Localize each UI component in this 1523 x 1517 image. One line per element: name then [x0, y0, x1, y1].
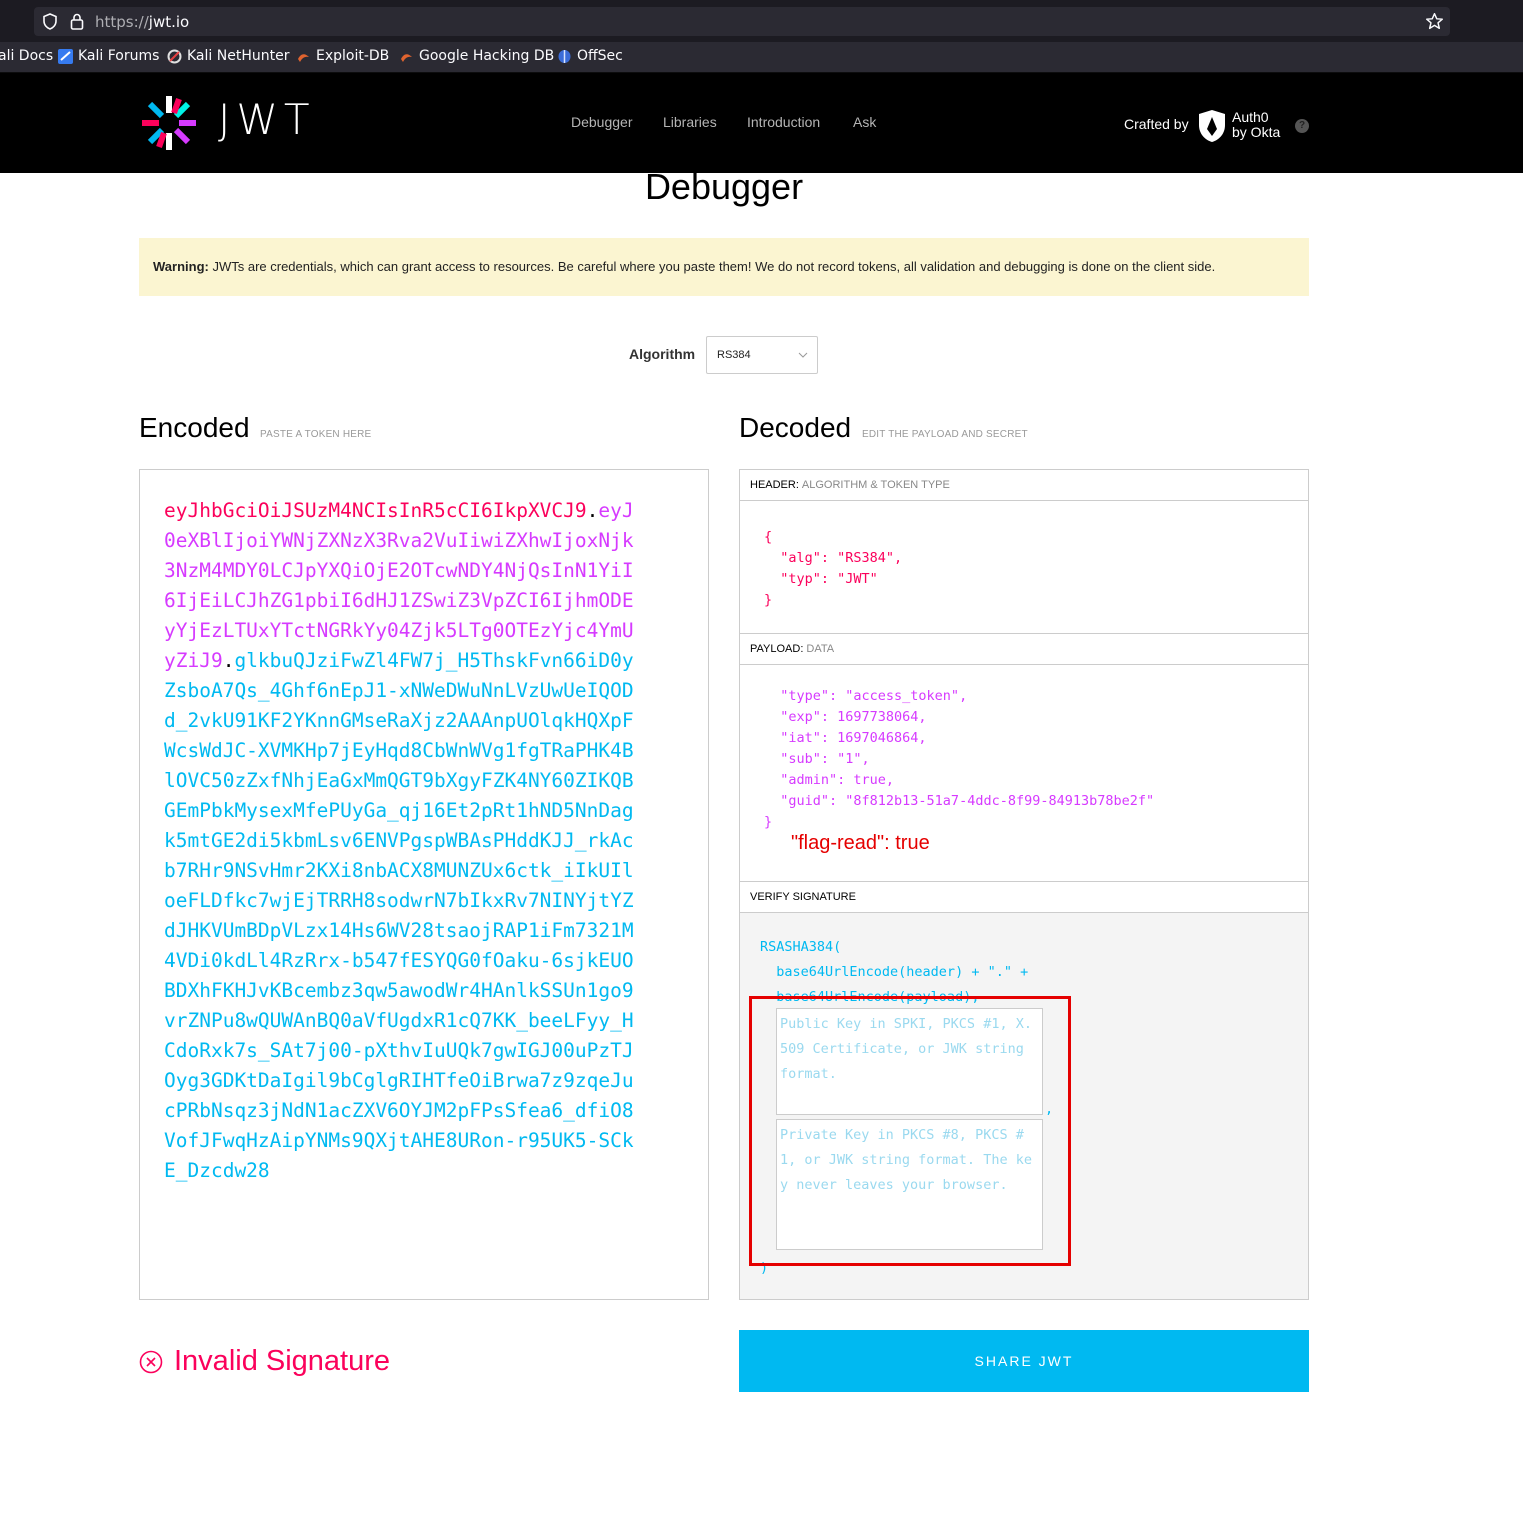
verify-signature-label: VERIFY SIGNATURE [740, 882, 1308, 913]
auth0-line2: by Okta [1232, 124, 1281, 140]
shield-icon[interactable] [42, 13, 58, 30]
encoded-token-text[interactable]: eyJhbGciOiJSUzM4NCIsInR5cCI6IkpXVCJ9.eyJ… [164, 496, 644, 1186]
nav-ask[interactable]: Ask [853, 114, 876, 130]
encoded-subtitle: PASTE A TOKEN HERE [260, 429, 372, 440]
browser-toolbar: https://jwt.io [0, 0, 1523, 42]
chevron-down-icon [798, 352, 808, 358]
bookmark-kali-nethunter[interactable]: Kali NetHunter [167, 48, 289, 64]
page-title: Debugger [644, 166, 804, 207]
warning-label: Warning: [153, 259, 209, 274]
bookmark-kali-forums[interactable]: Kali Forums [58, 48, 159, 64]
payload-close-brace: } [764, 814, 773, 830]
algorithm-value: RS384 [717, 349, 751, 361]
token-signature-part: glkbuQJziFwZl4FW7j_H5ThskFvn66iD0yZsboA7… [164, 649, 634, 1182]
decoded-title: Decoded [739, 412, 852, 443]
crafted-by-label: Crafted by [1124, 116, 1189, 132]
bookmark-offsec[interactable]: OffSec [557, 48, 623, 64]
auth0-brand[interactable]: Auth0 by Okta [1232, 110, 1280, 140]
bookmark-ghdb[interactable]: Google Hacking DB [399, 48, 554, 64]
offsec-icon [558, 49, 571, 63]
encoded-title: Encoded [139, 412, 250, 443]
payload-json-editor[interactable]: "type": "access_token", "exp": 169773806… [764, 686, 1154, 812]
algorithm-select[interactable]: RS384 [706, 336, 818, 374]
bookmark-exploit-db[interactable]: Exploit-DB [296, 48, 389, 64]
flag-read-annotation: "flag-read": true [791, 832, 930, 854]
site-header: JWT Debugger Libraries Introduction Ask … [0, 73, 1523, 173]
kali-forums-icon [58, 48, 73, 64]
warning-banner: Warning: JWTs are credentials, which can… [139, 238, 1309, 296]
jwt-logo-icon[interactable] [139, 93, 199, 153]
key-fields-highlight [749, 996, 1071, 1266]
bookmarks-bar: ali Docs Kali Forums Kali NetHunter Expl… [0, 42, 1523, 73]
payload-section-label: PAYLOAD: DATA [740, 634, 1308, 665]
url-text[interactable]: https://jwt.io [95, 13, 189, 31]
auth0-line1: Auth0 [1232, 109, 1269, 125]
nav-debugger[interactable]: Debugger [571, 114, 633, 130]
error-circle-icon [139, 1350, 163, 1373]
auth0-shield-icon[interactable] [1198, 109, 1226, 143]
nav-introduction[interactable]: Introduction [747, 114, 820, 130]
header-json-editor[interactable]: { "alg": "RS384", "typ": "JWT" } [764, 527, 902, 611]
nav-libraries[interactable]: Libraries [663, 114, 717, 130]
algorithm-label: Algorithm [629, 346, 696, 362]
url-bar[interactable]: https://jwt.io [34, 7, 1450, 36]
ghdb-icon [401, 53, 412, 62]
token-payload-part: eyJ0eXBlIjoiYWNjZXNzX3Rva2VuIiwiZXhwIjox… [164, 499, 634, 672]
exploit-db-icon [298, 53, 309, 62]
jwt-logo-text[interactable]: JWT [218, 95, 316, 144]
lock-icon[interactable] [70, 13, 84, 30]
share-jwt-button[interactable]: SHARE JWT [739, 1330, 1309, 1392]
invalid-signature-text: Invalid Signature [174, 1345, 391, 1377]
bookmark-kali-docs[interactable]: ali Docs [0, 48, 53, 64]
help-icon[interactable]: ? [1295, 119, 1309, 133]
token-header-part: eyJhbGciOiJSUzM4NCIsInR5cCI6IkpXVCJ9 [164, 499, 587, 522]
warning-text: JWTs are credentials, which can grant ac… [208, 259, 1216, 274]
encoded-token-input[interactable]: eyJhbGciOiJSUzM4NCIsInR5cCI6IkpXVCJ9.eyJ… [139, 469, 709, 1300]
header-section-label: HEADER: ALGORITHM & TOKEN TYPE [740, 470, 1308, 501]
signature-status: Invalid Signature [139, 1345, 390, 1378]
decoded-subtitle: EDIT THE PAYLOAD AND SECRET [862, 429, 1028, 440]
kali-nethunter-icon [167, 49, 182, 63]
bookmark-star-icon[interactable] [1425, 12, 1444, 31]
